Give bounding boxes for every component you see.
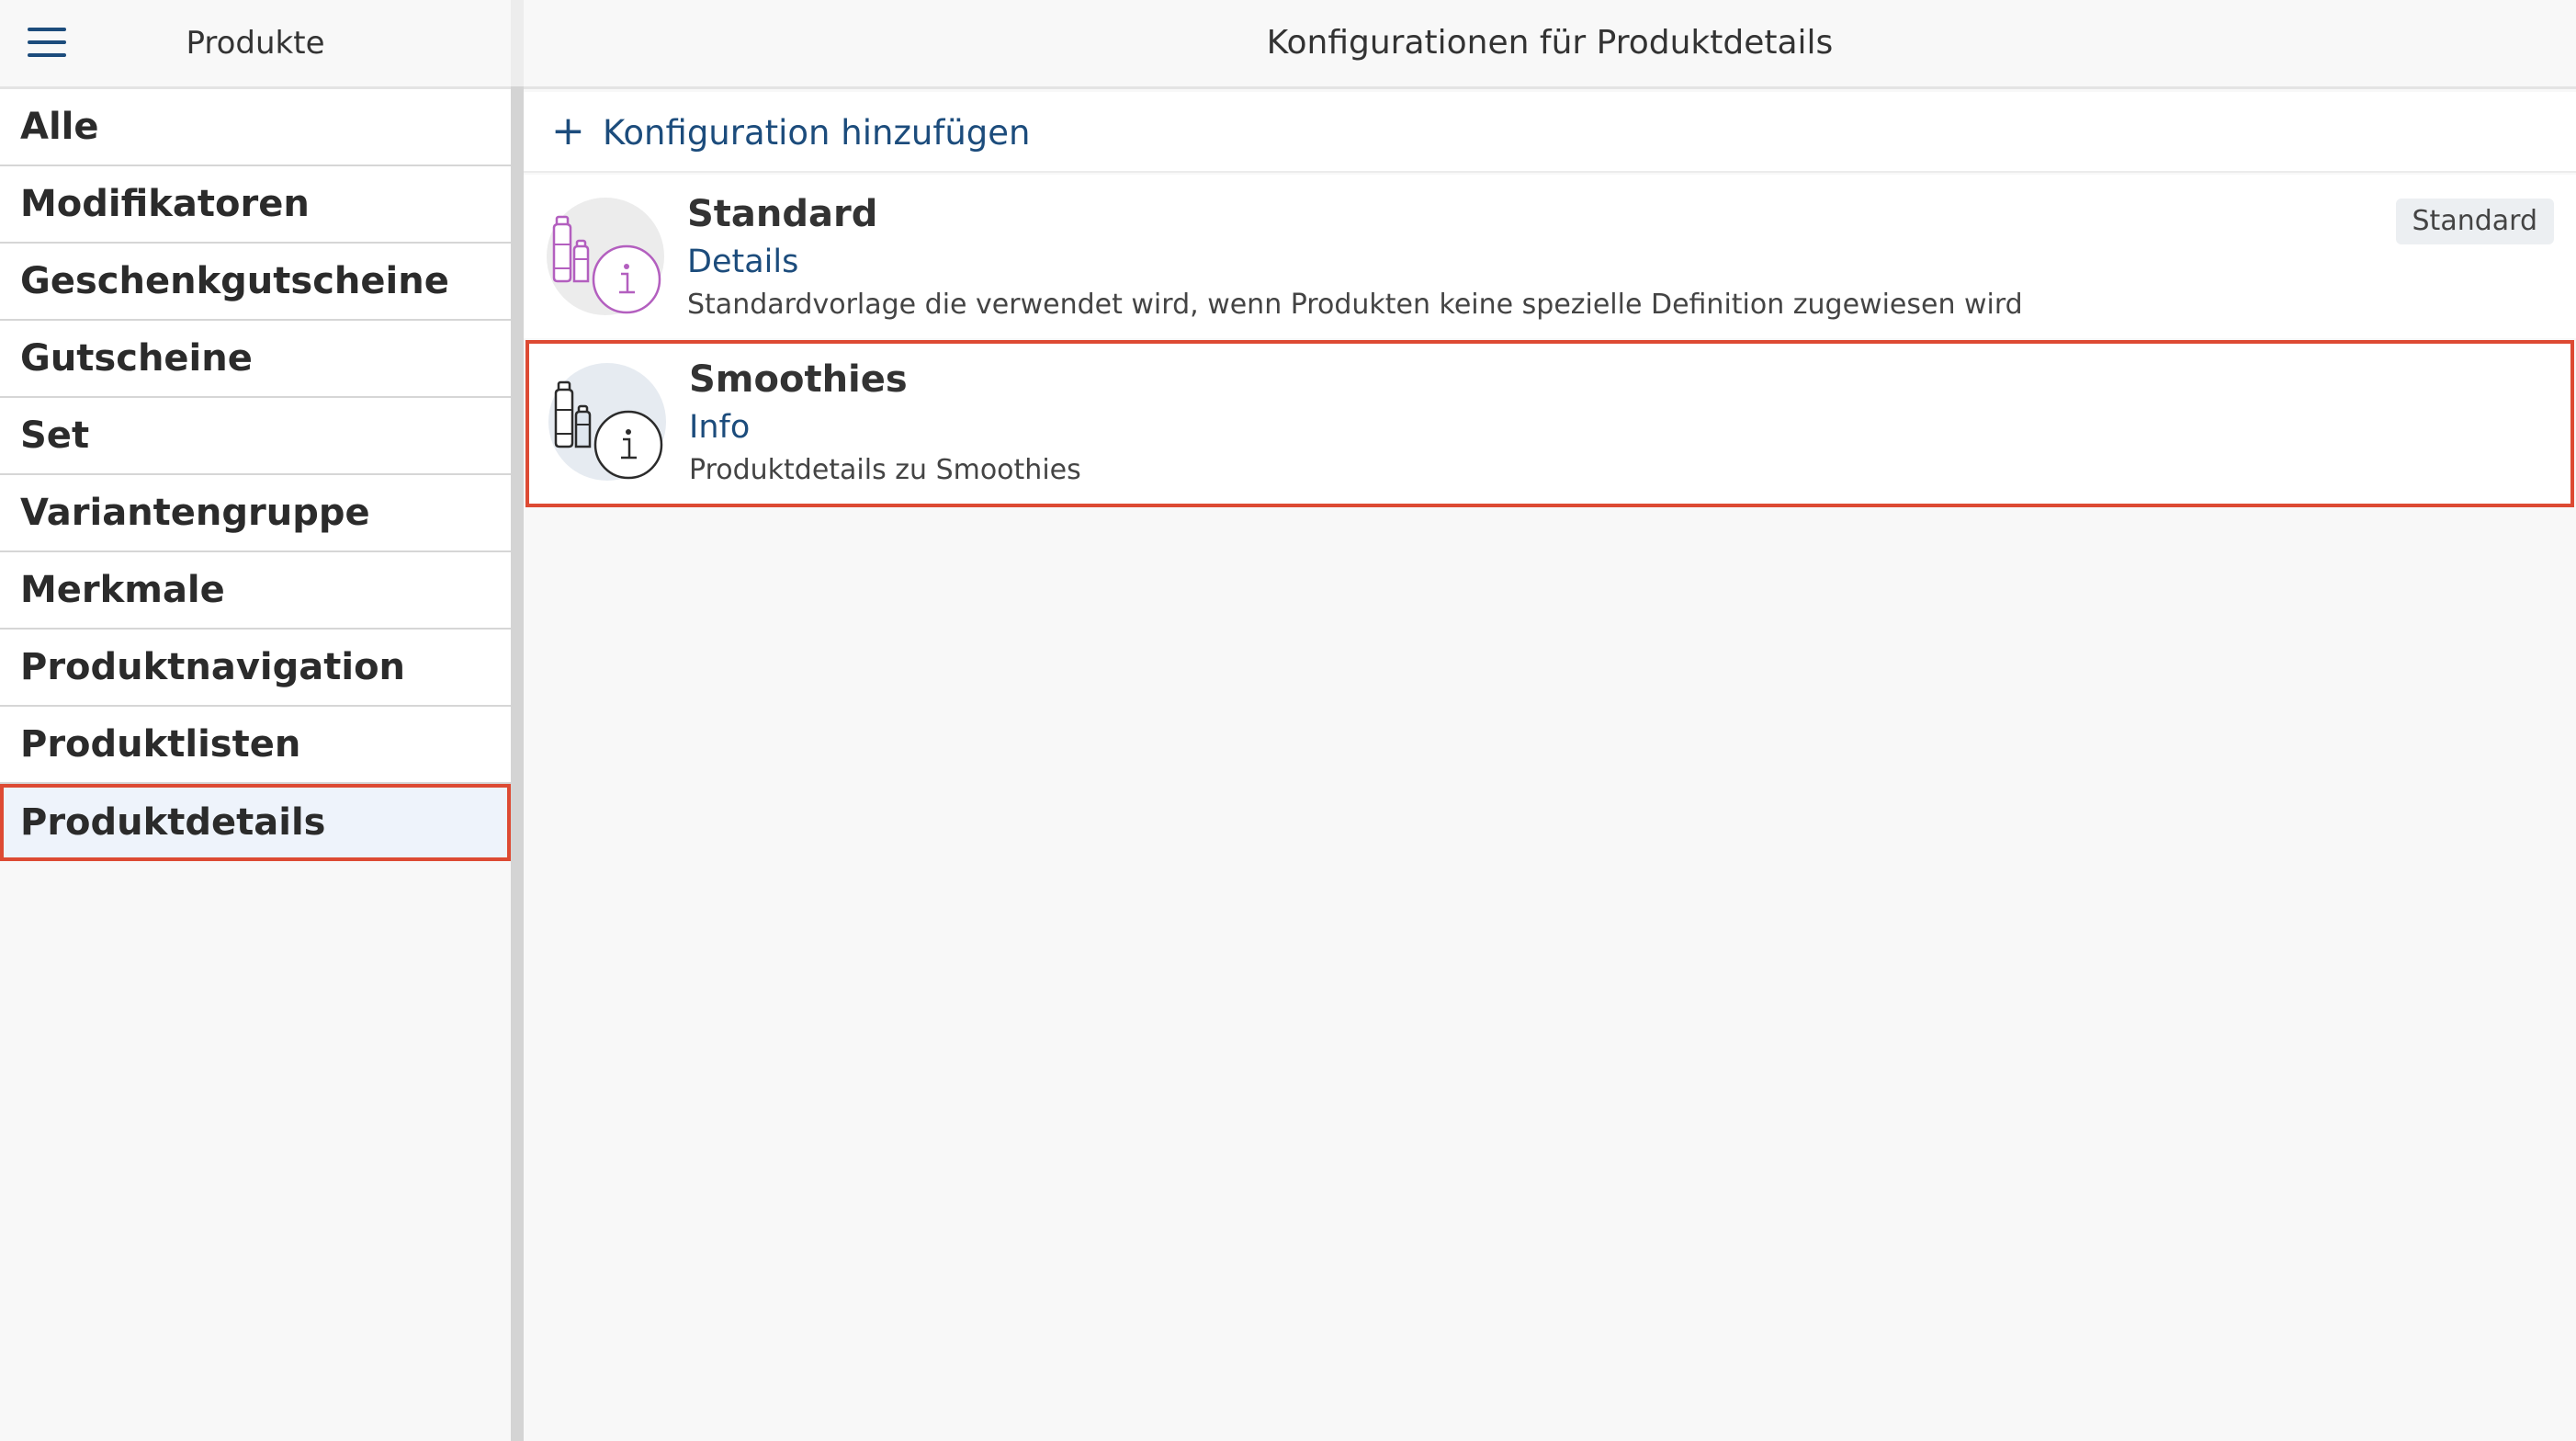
sidebar-nav-list: Alle Modifikatoren Geschenkgutscheine Gu… (0, 89, 511, 861)
config-item-standard[interactable]: Standard Details Standardvorlage die ver… (524, 175, 2576, 338)
config-title: Smoothies (689, 358, 908, 401)
sidebar-item-geschenkgutscheine[interactable]: Geschenkgutscheine (0, 244, 511, 321)
sidebar-item-produktnavigation[interactable]: Produktnavigation (0, 630, 511, 707)
product-info-icon (548, 363, 666, 481)
pane-splitter-header (511, 0, 524, 86)
sidebar-title: Produkte (186, 25, 325, 62)
sidebar-item-set[interactable]: Set (0, 398, 511, 475)
page-title: Konfigurationen für Produktdetails (524, 0, 2576, 89)
plus-icon: + (551, 108, 585, 154)
sidebar-header: Produkte (0, 0, 511, 89)
sidebar-item-merkmale[interactable]: Merkmale (0, 552, 511, 630)
sidebar-item-modifikatoren[interactable]: Modifikatoren (0, 166, 511, 244)
config-description: Produktdetails zu Smoothies (689, 454, 1081, 486)
product-info-icon (547, 198, 664, 315)
config-title: Standard (687, 193, 878, 235)
hamburger-menu-icon[interactable] (28, 28, 66, 59)
default-badge: Standard (2395, 199, 2554, 244)
add-configuration-label: Konfiguration hinzufügen (603, 113, 1031, 153)
sidebar-item-alle[interactable]: Alle (0, 89, 511, 166)
config-item-smoothies[interactable]: Smoothies Info Produktdetails zu Smoothi… (525, 340, 2574, 507)
sidebar: Produkte Alle Modifikatoren Geschenkguts… (0, 0, 511, 1441)
config-subtitle: Info (689, 409, 751, 446)
sidebar-item-produktlisten[interactable]: Produktlisten (0, 707, 511, 784)
sidebar-item-gutscheine[interactable]: Gutscheine (0, 321, 511, 398)
config-description: Standardvorlage die verwendet wird, wenn… (687, 289, 2023, 321)
main-panel: Konfigurationen für Produktdetails + Kon… (524, 0, 2576, 1441)
app-window: Produkte Alle Modifikatoren Geschenkguts… (0, 0, 2576, 1441)
sidebar-item-variantengruppe[interactable]: Variantengruppe (0, 475, 511, 552)
add-configuration-button[interactable]: + Konfiguration hinzufügen (524, 92, 2576, 173)
pane-splitter[interactable] (511, 0, 524, 1441)
config-subtitle: Details (687, 244, 799, 280)
sidebar-item-produktdetails[interactable]: Produktdetails (0, 784, 511, 861)
